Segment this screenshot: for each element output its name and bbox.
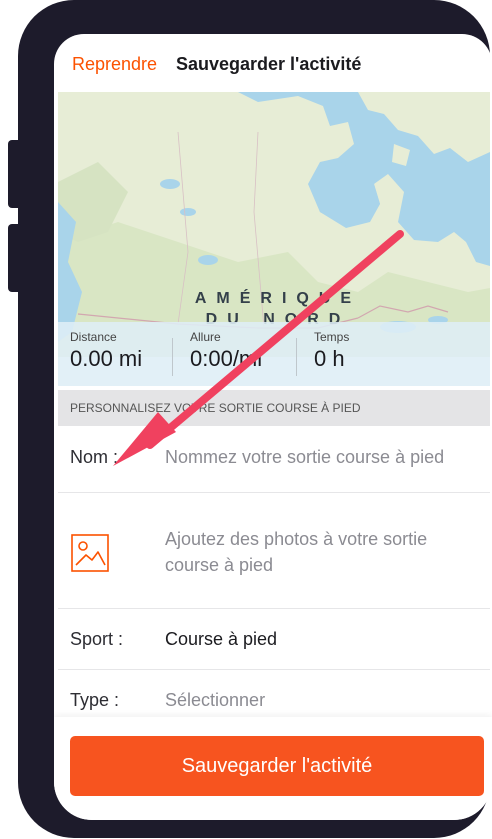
save-activity-button[interactable]: Sauvegarder l'activité [70,736,484,796]
phone-frame: Reprendre Sauvegarder l'activité AMÉRIQU… [18,0,492,838]
stat-pace: Allure 0:00/mi [190,330,262,372]
activity-stats: Distance 0.00 mi Allure 0:00/mi Temps 0 … [58,322,490,386]
stat-value: 0:00/mi [190,346,263,371]
resume-link[interactable]: Reprendre [72,54,157,75]
sport-field[interactable]: Sport : Course à pied [58,609,490,670]
name-input[interactable]: Nommez votre sortie course à pied [165,447,444,468]
app-screen: Reprendre Sauvegarder l'activité AMÉRIQU… [54,34,492,820]
sport-label: Sport : [70,629,124,649]
stat-value: 0 h [314,346,345,371]
map-region-label: AMÉRIQUE [194,290,362,307]
page-title: Sauvegarder l'activité [176,54,362,74]
image-icon[interactable] [70,533,110,573]
section-header: PERSONNALISEZ VOTRE SORTIE COURSE À PIED [58,390,490,426]
name-field[interactable]: Nom : Nommez votre sortie course à pied [58,426,490,493]
bottom-action-bar: Sauvegarder l'activité [54,717,492,820]
stat-label: Distance [70,330,117,344]
name-label: Nom : [70,447,119,467]
add-photos-label[interactable]: Ajoutez des photos à votre sortie course… [165,526,465,578]
stat-label: Allure [190,330,221,344]
sport-value[interactable]: Course à pied [165,629,277,650]
stat-distance: Distance 0.00 mi [70,330,142,372]
add-photos-row[interactable]: Ajoutez des photos à votre sortie course… [58,493,490,609]
stat-value: 0.00 mi [70,346,143,371]
divider [172,338,173,376]
navigation-bar: Reprendre Sauvegarder l'activité [54,34,492,92]
map-view[interactable]: AMÉRIQUE DU NORD [58,92,490,357]
type-label: Type : [70,690,120,710]
stat-label: Temps [314,330,350,344]
divider [296,338,297,376]
type-select[interactable]: Sélectionner [165,690,265,711]
stat-time: Temps 0 h [314,330,349,372]
